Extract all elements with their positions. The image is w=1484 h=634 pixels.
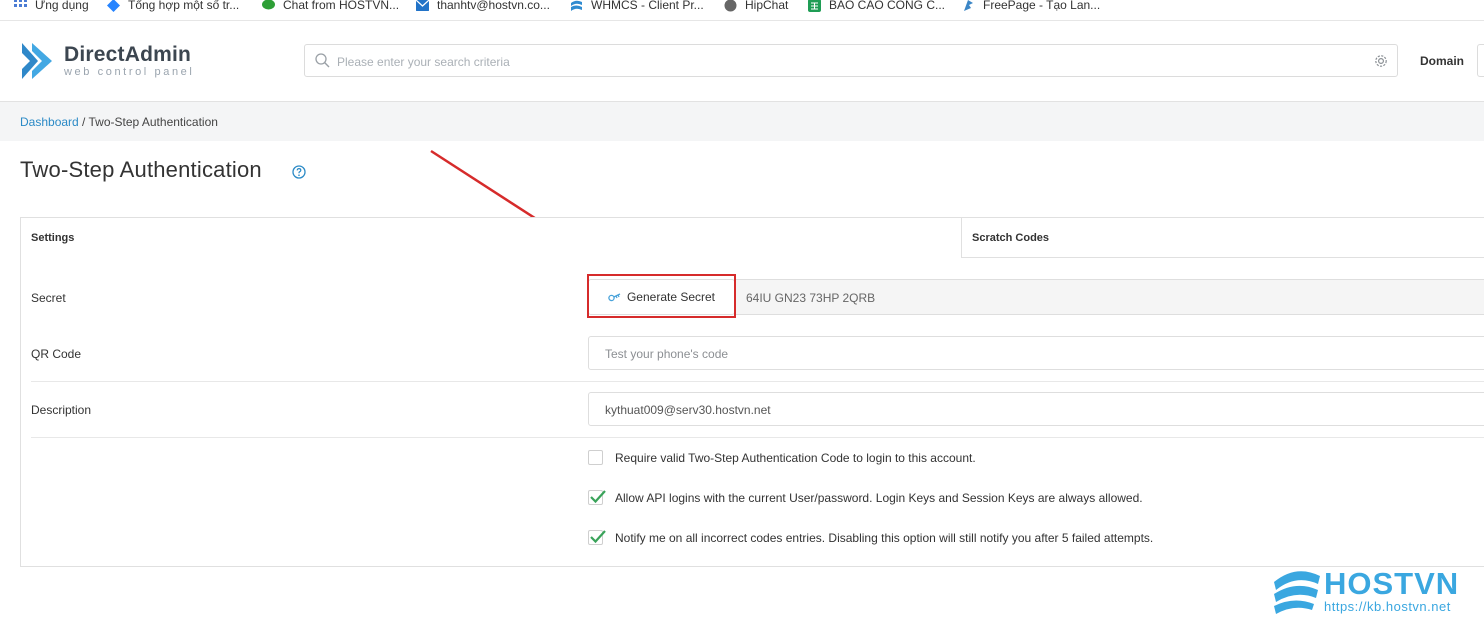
gear-icon[interactable]	[1373, 53, 1389, 69]
row-divider	[31, 381, 1484, 382]
option-label: Require valid Two-Step Authentication Co…	[615, 450, 976, 465]
secret-value-field[interactable]: 64IU GN23 73HP 2QRB	[736, 279, 1484, 315]
breadcrumb: Dashboard / Two-Step Authentication	[20, 115, 218, 129]
chat-bubble-icon	[262, 0, 275, 9]
tab-settings[interactable]: Settings	[21, 218, 961, 258]
bookmark-jira[interactable]: Tổng hợp một số tr...	[107, 0, 239, 14]
bookmark-chat[interactable]: Chat from HOSTVN...	[262, 0, 399, 14]
breadcrumb-dashboard-link[interactable]: Dashboard	[20, 115, 79, 129]
bookmarks-bar: Ứng dụng Tổng hợp một số tr... Chat from…	[0, 0, 1484, 21]
logo-title: DirectAdmin	[64, 43, 192, 66]
option-label: Notify me on all incorrect codes entries…	[615, 530, 1154, 545]
bookmark-label: HipChat	[745, 0, 789, 12]
secret-value: 64IU GN23 73HP 2QRB	[746, 291, 876, 305]
notify-checkbox[interactable]	[588, 530, 606, 545]
domain-label: Domain	[1420, 54, 1465, 68]
option-notify: Notify me on all incorrect codes entries…	[588, 530, 1153, 545]
directadmin-logo-icon	[22, 43, 52, 79]
option-require-code: Require valid Two-Step Authentication Co…	[588, 450, 976, 465]
checkmark-icon	[590, 530, 606, 544]
description-label: Description	[31, 403, 92, 417]
secret-label: Secret	[31, 291, 66, 305]
bookmark-label: Chat from HOSTVN...	[283, 0, 400, 12]
description-input[interactable]: kythuat009@serv30.hostvn.net	[588, 392, 1484, 426]
hipchat-icon	[724, 0, 737, 11]
row-divider	[31, 437, 1484, 438]
watermark-brand: HOSTVN	[1324, 566, 1460, 601]
jira-icon	[107, 0, 120, 12]
page-title: Two-Step Authentication	[20, 157, 262, 182]
bookmark-freepage[interactable]: FreePage - Tạo Lan...	[962, 0, 1100, 14]
directadmin-logo[interactable]: DirectAdmin web control panel	[20, 41, 194, 81]
bookmark-label: FreePage - Tạo Lan...	[983, 0, 1101, 12]
checkmark-icon	[590, 490, 606, 504]
require-code-checkbox[interactable]	[588, 450, 603, 465]
logo-subtitle: web control panel	[64, 66, 195, 78]
qr-code-input[interactable]: Test your phone's code	[588, 336, 1484, 370]
option-label: Allow API logins with the current User/p…	[615, 490, 1143, 505]
hostvn-logo-icon	[1274, 571, 1320, 614]
tab-scratch-codes[interactable]: Scratch Codes	[961, 218, 1484, 258]
help-icon[interactable]	[292, 165, 306, 179]
qr-code-label: QR Code	[31, 347, 82, 361]
option-allow-api: Allow API logins with the current User/p…	[588, 490, 1143, 505]
generate-secret-button[interactable]: Generate Secret	[588, 279, 735, 315]
whmcs-icon	[571, 0, 582, 11]
bookmark-mail[interactable]: thanhtv@hostvn.co...	[416, 0, 550, 14]
bookmark-label: Ứng dụng	[35, 0, 89, 12]
generate-secret-label: Generate Secret	[626, 290, 716, 304]
bookmark-apps[interactable]: Ứng dụng	[14, 0, 89, 14]
description-value: kythuat009@serv30.hostvn.net	[605, 403, 771, 417]
bookmark-label: BÁO CÁO CÔNG C...	[829, 0, 946, 12]
bookmark-whmcs[interactable]: WHMCS - Client Pr...	[570, 0, 704, 14]
sheets-icon	[808, 0, 821, 12]
qr-code-placeholder: Test your phone's code	[605, 347, 729, 361]
allow-api-checkbox[interactable]	[588, 490, 606, 505]
mail-icon	[416, 0, 429, 11]
watermark-url: https://kb.hostvn.net	[1324, 599, 1451, 614]
search-icon	[315, 53, 330, 68]
breadcrumb-separator: /	[78, 115, 89, 129]
freepage-icon	[964, 0, 973, 11]
domain-select[interactable]	[1477, 44, 1484, 77]
bookmark-label: WHMCS - Client Pr...	[591, 0, 704, 12]
apps-grid-icon	[14, 0, 27, 7]
search-input[interactable]	[335, 45, 1369, 78]
bookmark-hipchat[interactable]: HipChat	[724, 0, 788, 14]
breadcrumb-current: Two-Step Authentication	[88, 115, 218, 129]
bookmark-label: Tổng hợp một số tr...	[128, 0, 240, 12]
bookmark-label: thanhtv@hostvn.co...	[437, 0, 550, 12]
app-header: DirectAdmin web control panel Domain	[0, 21, 1484, 102]
two-step-panel: Settings Scratch Codes Secret Generate S…	[20, 217, 1484, 567]
breadcrumb-bar: Dashboard / Two-Step Authentication	[0, 102, 1484, 141]
search-box	[304, 44, 1398, 78]
key-icon	[608, 293, 621, 302]
bookmark-sheets[interactable]: BÁO CÁO CÔNG C...	[808, 0, 945, 14]
hostvn-watermark: HOSTVN https://kb.hostvn.net	[1270, 566, 1470, 626]
